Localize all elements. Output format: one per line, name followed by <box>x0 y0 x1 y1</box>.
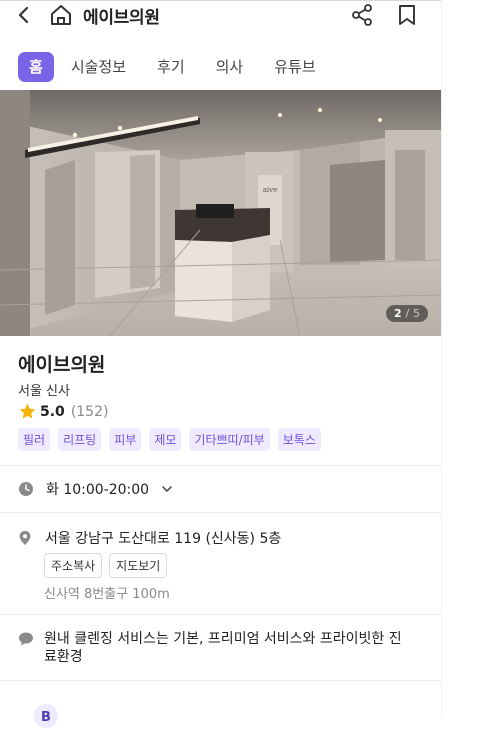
tab-home[interactable]: 홈 <box>18 52 54 82</box>
brand-badge-icon: B <box>34 704 58 728</box>
copy-address-button[interactable]: 주소복사 <box>44 553 103 578</box>
divider <box>0 680 441 681</box>
image-counter-total: 5 <box>413 307 420 320</box>
tag-other-petit-skin[interactable]: 기타쁘띠/피부 <box>189 428 270 451</box>
side-margin <box>441 0 479 717</box>
rating-row[interactable]: 5.0 (152) <box>18 402 108 421</box>
image-counter-separator: / <box>405 307 410 320</box>
clinic-interior-image: aive <box>0 90 441 336</box>
page-title: 에이브의원 <box>83 8 160 28</box>
tag-lifting[interactable]: 리프팅 <box>58 428 102 451</box>
address-row: 서울 강남구 도산대로 119 (신사동) 5층 <box>18 528 281 548</box>
business-hours-text: 화 10:00-20:00 <box>46 482 150 498</box>
top-navigation-bar: 에이브의원 <box>0 0 441 33</box>
bookmark-icon[interactable] <box>396 3 418 27</box>
image-counter-current: 2 <box>393 307 402 320</box>
home-icon[interactable] <box>48 3 74 27</box>
tab-doctors[interactable]: 의사 <box>216 52 244 82</box>
share-icon[interactable] <box>350 3 374 27</box>
location-pin-icon <box>19 531 31 545</box>
address-actions: 주소복사 지도보기 <box>44 553 174 578</box>
clock-icon <box>19 482 33 496</box>
divider <box>0 465 441 466</box>
tag-hair-removal[interactable]: 제모 <box>149 428 182 451</box>
tab-reviews[interactable]: 후기 <box>157 52 185 82</box>
subway-info: 신사역 8번출구 100m <box>44 587 170 602</box>
tag-filler[interactable]: 필러 <box>18 428 51 451</box>
star-icon <box>19 403 36 419</box>
clinic-description-row: 원내 클렌징 서비스는 기본, 프리미엄 서비스와 프라이빗한 진료환경 <box>18 630 414 666</box>
review-count: (152) <box>70 403 109 420</box>
image-counter-badge: 2 / 5 <box>385 305 428 322</box>
clinic-description: 원내 클렌징 서비스는 기본, 프리미엄 서비스와 프라이빗한 진료환경 <box>44 631 402 665</box>
svg-text:B: B <box>41 710 51 725</box>
business-hours-row[interactable]: 화 10:00-20:00 <box>18 479 173 499</box>
treatment-tags: 필러 리프팅 피부 제모 기타쁘띠/피부 보톡스 <box>18 428 329 451</box>
tab-procedure-info[interactable]: 시술정보 <box>71 52 126 82</box>
view-map-button[interactable]: 지도보기 <box>109 553 168 578</box>
chevron-down-icon[interactable] <box>161 483 173 495</box>
tab-bar: 홈 시술정보 후기 의사 유튜브 <box>18 52 347 82</box>
divider <box>0 614 441 615</box>
divider <box>0 512 441 513</box>
svg-text:aive: aive <box>263 186 278 194</box>
back-arrow-icon[interactable] <box>14 3 34 27</box>
address-text: 서울 강남구 도산대로 119 (신사동) 5층 <box>45 531 282 547</box>
clinic-name: 에이브의원 <box>18 354 106 376</box>
clinic-photo-carousel[interactable]: aive 2 / 5 <box>0 90 441 336</box>
tag-skin[interactable]: 피부 <box>109 428 142 451</box>
rating-score: 5.0 <box>40 403 65 420</box>
tag-botox[interactable]: 보톡스 <box>277 428 321 451</box>
tab-youtube[interactable]: 유튜브 <box>274 52 315 82</box>
speech-bubble-icon <box>19 632 33 646</box>
clinic-location: 서울 신사 <box>18 384 70 399</box>
